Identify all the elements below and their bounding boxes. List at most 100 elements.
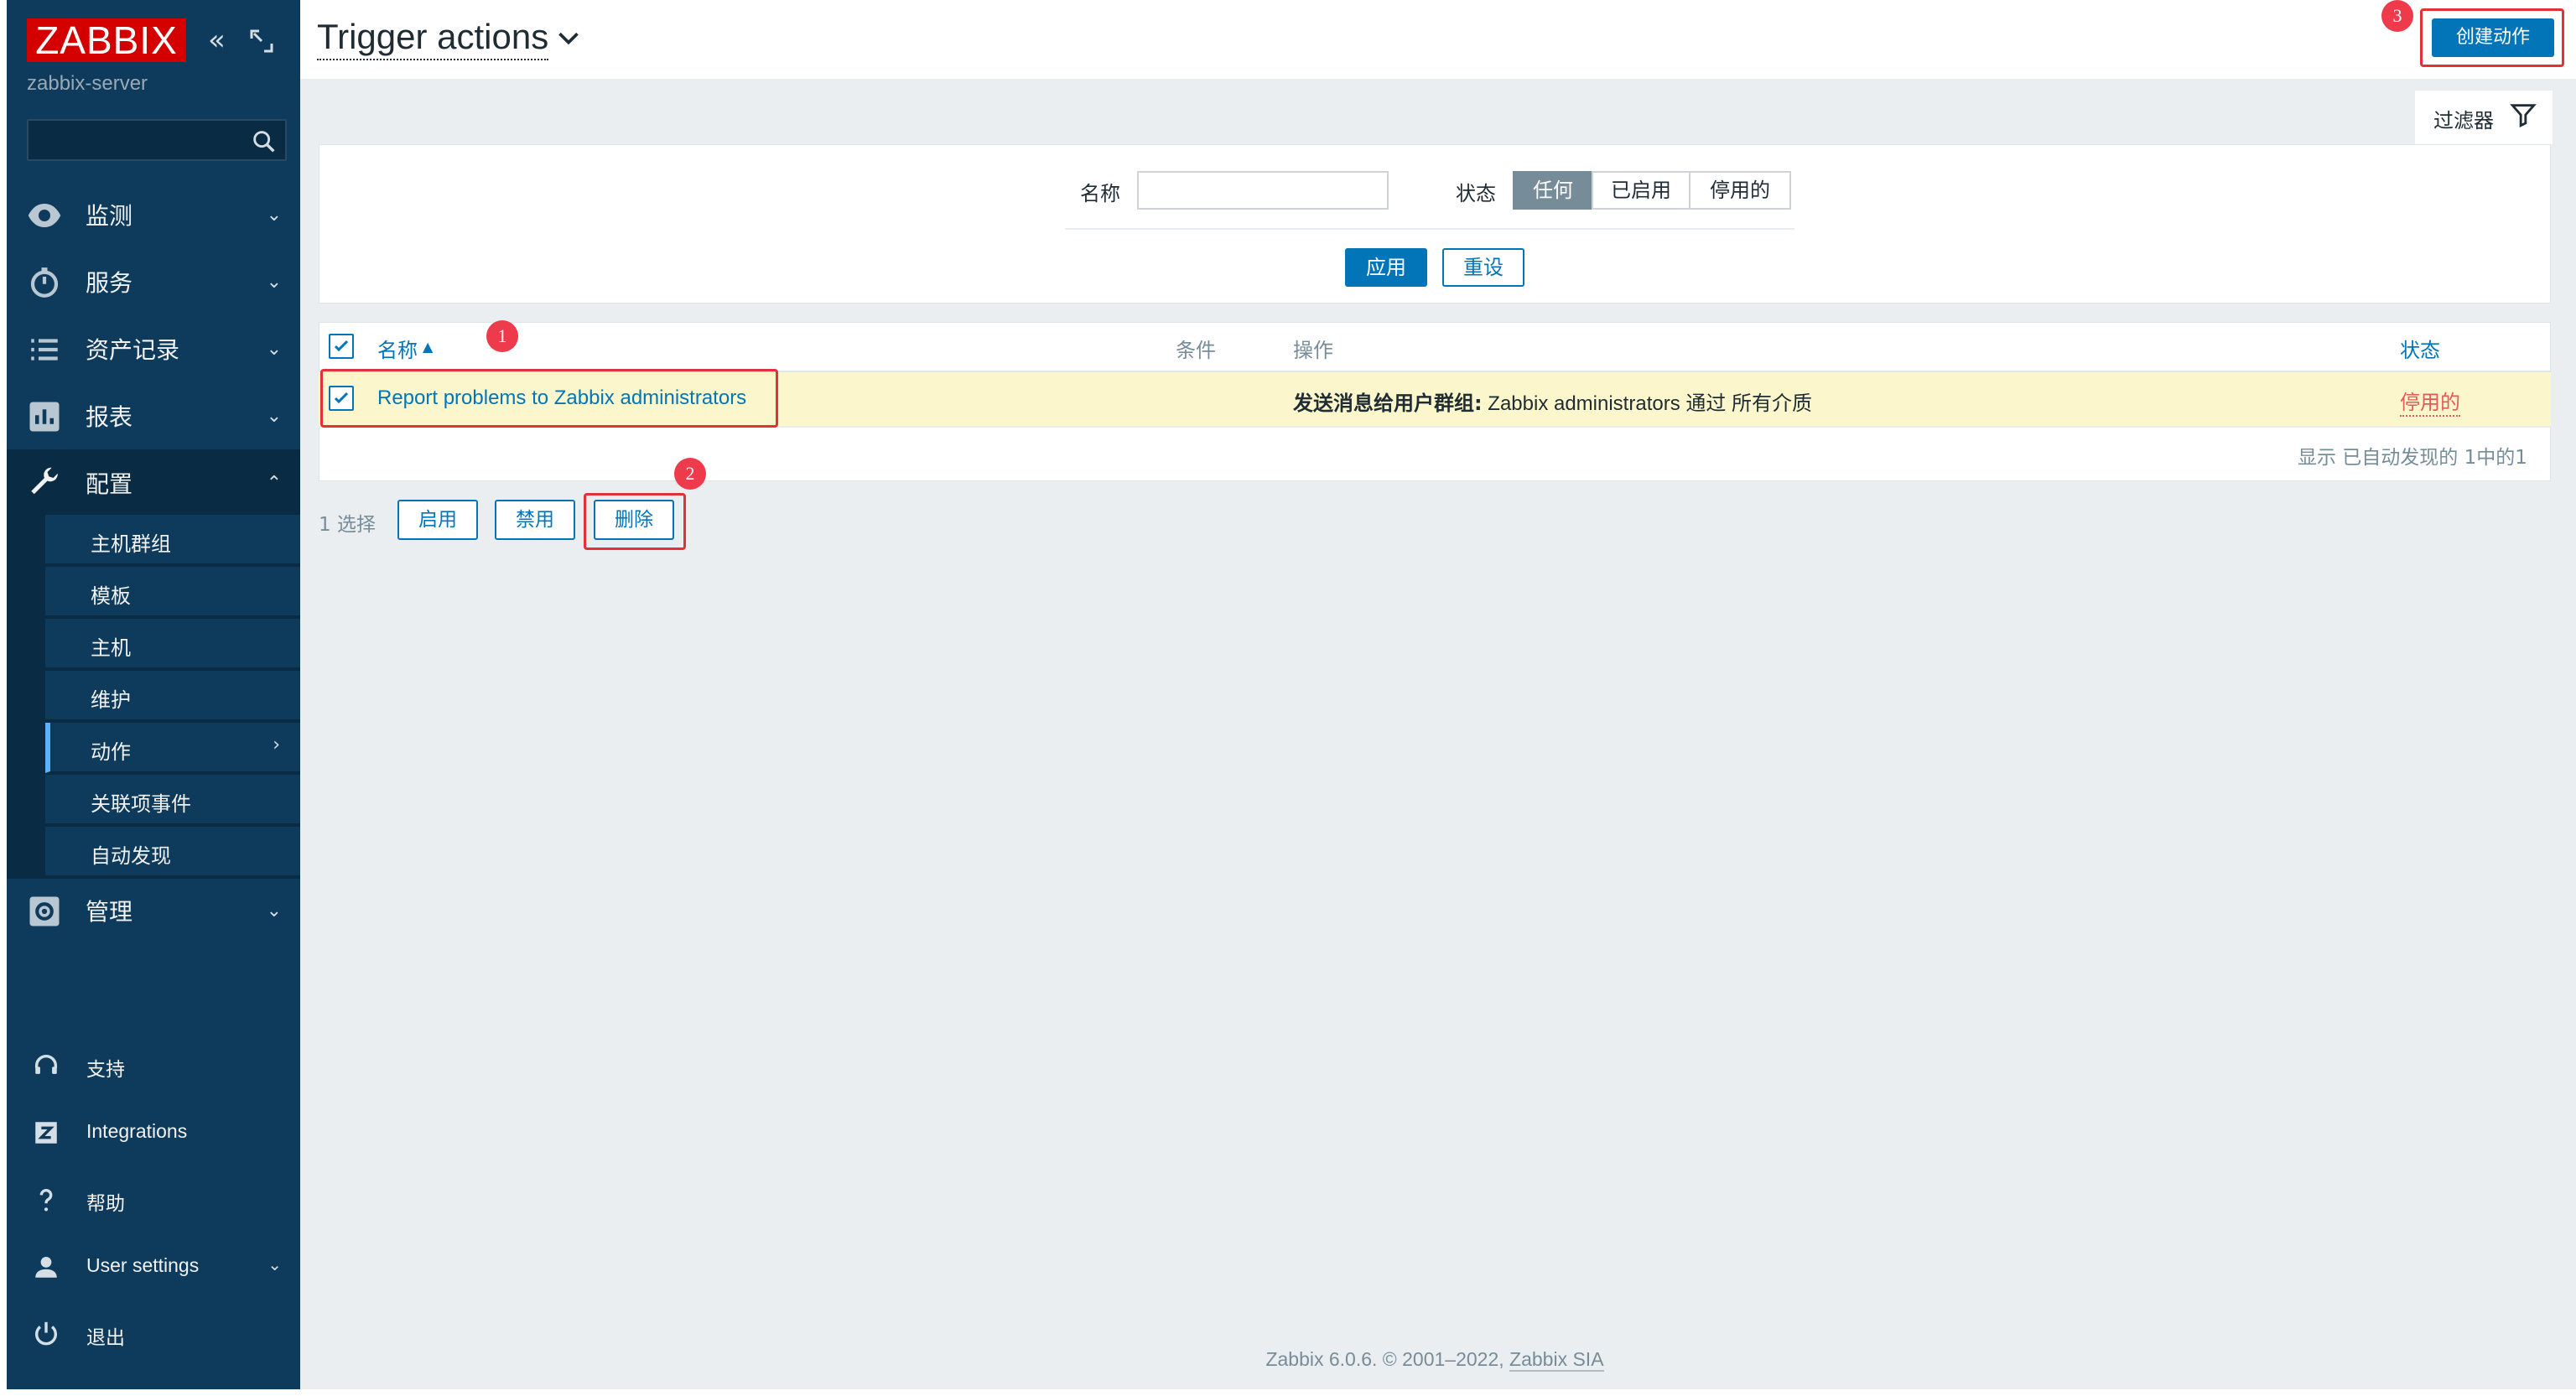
menu-inventory[interactable]: 资产记录 ⌄ [7,315,300,382]
column-header-operations: 操作 [1293,339,1333,362]
submenu-templates[interactable]: 模板 [45,567,300,617]
chevron-down-icon: ⌄ [266,900,282,921]
menu-services[interactable]: 服务 ⌄ [7,248,300,315]
menu-label: 报表 [86,403,133,431]
chevron-down-icon[interactable] [557,30,580,47]
disable-button[interactable]: 禁用 [495,500,575,540]
list-icon [31,339,58,361]
bottom-menu-label: User settings [86,1254,200,1276]
footer-link[interactable]: Zabbix SIA [1509,1348,1604,1372]
selected-count: 1 选择 [319,514,376,536]
submenu-hosts[interactable]: 主机 [45,619,300,669]
chevron-down-icon: ⌄ [266,204,282,226]
configuration-submenu: 主机群组 模板 主机 维护 动作 › 关联项事件 自动发现 [7,515,300,879]
bottom-menu-label: 支持 [86,1058,125,1080]
zabbix-logo[interactable]: ZABBIX [27,18,186,62]
sort-ascending-icon: ▲ [423,339,434,355]
submenu-label: 主机群组 [91,532,171,556]
menu-administration[interactable]: 管理 ⌄ [7,877,300,944]
question-icon [39,1189,53,1212]
user-icon [35,1256,57,1278]
filter-name-label: 名称 [1080,182,1120,205]
footer: Zabbix 6.0.6. © 2001–2022, Zabbix SIA [0,1348,2576,1372]
menu-label: 服务 [86,269,133,297]
chevron-right-icon: › [273,734,280,755]
checkmark-icon [334,340,349,352]
submenu-maintenance[interactable]: 维护 [45,671,300,721]
menu-reports[interactable]: 报表 ⌄ [7,382,300,449]
apply-button[interactable]: 应用 [1345,248,1427,287]
filter-tab-label: 过滤器 [2433,109,2494,132]
filter-panel [319,144,2551,304]
annotation-badge-2: 2 [674,458,706,490]
submenu-host-groups[interactable]: 主机群组 [45,515,300,565]
status-disabled-option[interactable]: 停用的 [1689,171,1791,210]
enable-button[interactable]: 启用 [397,500,478,540]
filter-icon [2510,104,2537,128]
annotation-badge-1: 1 [486,320,518,352]
chevron-down-icon: ⌄ [266,271,282,293]
status-enabled-option[interactable]: 已启用 [1592,171,1690,210]
search-icon[interactable] [250,127,278,156]
chevron-down-icon: ⌄ [266,338,282,360]
menu-user-settings[interactable]: User settings ⌄ [7,1238,300,1296]
menu-label: 监测 [86,202,133,230]
menu-integrations[interactable]: Integrations [7,1103,300,1162]
status-any-option[interactable]: 任何 [1513,171,1593,210]
menu-support[interactable]: 支持 [7,1036,300,1095]
bar-chart-icon [29,402,60,432]
menu-monitoring[interactable]: 监测 ⌄ [7,181,300,248]
bottom-menu-label: 退出 [86,1326,125,1348]
bottom-menu-label: 帮助 [86,1192,125,1214]
kiosk-mode-icon[interactable] [247,26,277,56]
annotation-badge-3: 3 [2381,0,2413,32]
select-all-checkbox[interactable] [329,334,354,359]
headset-icon [34,1055,58,1074]
menu-label: 管理 [86,898,133,926]
column-header-status[interactable]: 状态 [2400,334,2440,363]
filter-name-input[interactable] [1137,171,1389,210]
action-operations: 发送消息给用户群组: Zabbix administrators 通过 所有介质 [1293,387,1812,416]
annotation-box-2 [584,493,686,550]
column-header-name[interactable]: 名称 [377,334,418,363]
sidebar: ZABBIX « zabbix-server 监测 ⌄ 服务 ⌄ 资产记录 ⌄ [7,0,300,1389]
menu-label: 资产记录 [86,336,180,364]
status-toggle-link[interactable]: 停用的 [2400,386,2460,417]
chevron-down-icon: ⌄ [266,405,282,427]
collapse-sidebar-icon[interactable]: « [208,25,226,55]
annotation-box-1 [320,369,778,428]
submenu-label: 关联项事件 [91,792,191,816]
stopwatch-icon [30,267,59,298]
gear-icon [29,896,60,926]
column-header-conditions: 条件 [1176,339,1216,362]
submenu-discovery[interactable]: 自动发现 [45,827,300,877]
chevron-up-icon: ⌃ [266,472,282,494]
page-title[interactable]: Trigger actions [317,17,549,60]
menu-help[interactable]: 帮助 [7,1170,300,1229]
submenu-actions[interactable]: 动作 › [45,723,300,773]
wrench-icon [31,467,58,495]
submenu-event-correlation[interactable]: 关联项事件 [45,775,300,825]
server-name: zabbix-server [27,72,148,95]
filter-status-label: 状态 [1456,182,1496,205]
chevron-down-icon: ⌄ [267,1254,282,1274]
eye-icon [28,204,61,227]
submenu-label: 维护 [91,688,131,712]
submenu-label: 主机 [91,636,131,660]
filter-divider [1065,228,1794,230]
z-icon [35,1122,57,1144]
power-icon [35,1321,57,1346]
menu-configuration[interactable]: 配置 ⌃ [7,449,300,516]
menu-label: 配置 [86,470,133,498]
operation-prefix: 发送消息给用户群组: [1293,392,1483,415]
table-stats: 显示 已自动发现的 1中的1 [2298,447,2527,469]
sidebar-search-input[interactable] [27,119,287,161]
reset-button[interactable]: 重设 [1442,248,1524,287]
submenu-label: 模板 [91,584,131,608]
operation-text: Zabbix administrators 通过 所有介质 [1482,392,1813,415]
submenu-label: 自动发现 [91,844,171,868]
bottom-menu-label: Integrations [86,1120,188,1142]
create-action-button[interactable]: 创建动作 [2432,18,2554,57]
filter-tab[interactable]: 过滤器 [2415,91,2553,144]
footer-text: Zabbix 6.0.6. © 2001–2022, [1265,1348,1510,1370]
